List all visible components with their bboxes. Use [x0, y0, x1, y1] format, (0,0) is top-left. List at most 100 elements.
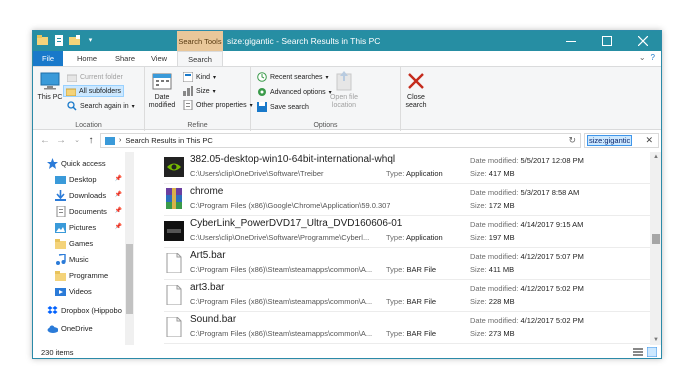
nav-item-label: Quick access	[61, 159, 106, 168]
date-modified-label: Date modified:	[470, 252, 519, 261]
tab-view[interactable]: View	[145, 51, 173, 66]
quick-access-toolbar: ▾	[37, 34, 96, 46]
maximize-button[interactable]	[589, 31, 625, 51]
result-row[interactable]: art3.bar C:\Program Files (x86)\Steam\ste…	[164, 280, 650, 312]
date-modified-button[interactable]: Date modified	[145, 70, 179, 110]
tab-search[interactable]: Search	[177, 51, 223, 66]
nav-item[interactable]: Programme	[33, 268, 125, 283]
search-input[interactable]: size:gigantic ✕	[584, 133, 659, 148]
dropbox-icon	[47, 305, 58, 316]
date-value: 5/3/2017 8:58 AM	[520, 188, 580, 197]
ribbon-help-controls: ⌄ ?	[639, 53, 655, 62]
ribbon-tab-row: File Home Share View Search ⌄ ?	[33, 51, 661, 66]
address-bar[interactable]: › Search Results in This PC ↻	[100, 133, 581, 148]
advanced-options-label: Advanced options	[270, 88, 326, 96]
close-search-button[interactable]: Close search	[403, 70, 429, 110]
this-pc-button[interactable]: This PC	[37, 70, 63, 102]
nav-item[interactable]: Documents 📌	[33, 204, 125, 219]
options-group-label: Options	[313, 122, 338, 129]
nav-item-label: Videos	[69, 287, 92, 296]
other-properties-button[interactable]: Other properties ▾	[181, 99, 255, 111]
result-row[interactable]: chrome C:\Program Files (x86)\Google\Chro…	[164, 184, 650, 216]
result-row[interactable]: Sound.bar C:\Program Files (x86)\Steam\st…	[164, 312, 650, 344]
scroll-down-arrow[interactable]: ▼	[650, 335, 661, 345]
recent-locations-button[interactable]: ⌄	[71, 134, 83, 146]
search-again-in-button[interactable]: Search again in ▾	[65, 100, 137, 112]
result-row[interactable]: Art5.bar C:\Program Files (x86)\Steam\ste…	[164, 248, 650, 280]
chevron-down-icon[interactable]: ▾	[85, 34, 96, 46]
result-row[interactable]: CyberLink_PowerDVD17_Ultra_DVD160606-01 C…	[164, 216, 650, 248]
up-button[interactable]: ↑	[85, 134, 97, 146]
folder-icon[interactable]	[37, 34, 48, 46]
file-icon	[164, 283, 184, 307]
new-folder-icon[interactable]	[69, 34, 80, 46]
date-modified-label: Date modified:	[470, 316, 519, 325]
breadcrumb-separator-icon: ›	[119, 137, 122, 144]
chevron-down-icon: ▾	[212, 88, 216, 95]
search-icon	[67, 101, 77, 111]
tab-share[interactable]: Share	[111, 51, 139, 66]
large-icons-view-icon[interactable]	[647, 347, 657, 357]
nav-item-label: Music	[69, 255, 89, 264]
pictures-icon	[55, 222, 66, 233]
view-switcher	[633, 347, 657, 357]
file-type: Type: BAR File	[386, 297, 436, 306]
nav-item[interactable]: Videos	[33, 284, 125, 299]
nav-item[interactable]: Quick access	[33, 156, 125, 171]
window-controls	[553, 31, 661, 51]
back-button[interactable]: ←	[39, 134, 51, 146]
tab-home[interactable]: Home	[73, 51, 101, 66]
folder-icon	[55, 270, 66, 281]
type-value: BAR File	[406, 265, 437, 274]
location-group-label: Location	[75, 122, 102, 129]
nav-item[interactable]: Downloads 📌	[33, 188, 125, 203]
address-row: ← → ⌄ ↑ › Search Results in This PC ↻ si…	[33, 131, 661, 151]
save-search-button[interactable]: Save search	[255, 101, 311, 113]
size-value: 411 MB	[488, 265, 515, 274]
clear-search-icon[interactable]: ✕	[645, 135, 653, 146]
details-view-icon[interactable]	[633, 347, 643, 357]
nav-item[interactable]: Music	[33, 252, 125, 267]
size-button[interactable]: Size ▾	[181, 85, 218, 97]
result-row[interactable]: 382.05-desktop-win10-64bit-international…	[164, 152, 650, 184]
nav-item-label: OneDrive	[61, 324, 93, 333]
nav-item[interactable]: Games	[33, 236, 125, 251]
scroll-up-arrow[interactable]: ▲	[650, 152, 661, 162]
kind-button[interactable]: Kind ▾	[181, 71, 218, 83]
minimize-button[interactable]	[553, 31, 589, 51]
all-subfolders-button[interactable]: All subfolders	[63, 85, 125, 97]
help-icon[interactable]: ?	[651, 53, 655, 62]
close-window-button[interactable]	[625, 31, 661, 51]
open-file-location-button[interactable]: Open file location	[327, 70, 361, 110]
nav-item[interactable]: Pictures 📌	[33, 220, 125, 235]
search-query[interactable]: size:gigantic	[587, 135, 633, 146]
date-modified-label: Date modified:	[470, 188, 519, 197]
scrollbar-thumb[interactable]	[126, 244, 133, 314]
cloud-icon	[47, 323, 58, 334]
breadcrumb[interactable]: Search Results in This PC	[125, 136, 212, 145]
results-scrollbar[interactable]: ▲ ▼	[650, 152, 661, 345]
file-date: Date modified: 4/12/2017 5:02 PM	[470, 316, 584, 325]
tab-file[interactable]: File	[33, 51, 63, 66]
nav-item[interactable]: Desktop 📌	[33, 172, 125, 187]
arrow-right-icon: →	[56, 134, 66, 146]
navigation-scrollbar[interactable]	[125, 152, 134, 345]
scrollbar-thumb[interactable]	[652, 234, 660, 244]
pin-icon: 📌	[114, 192, 122, 198]
recent-searches-button[interactable]: Recent searches ▾	[255, 71, 331, 83]
file-path: C:\Program Files (x86)\Steam\steamapps\c…	[190, 265, 373, 274]
properties-icon[interactable]	[53, 34, 64, 46]
forward-button[interactable]: →	[55, 134, 67, 146]
advanced-options-button[interactable]: Advanced options ▾	[255, 86, 334, 98]
size-value: 172 MB	[488, 201, 515, 210]
file-size: Size: 411 MB	[470, 265, 514, 274]
nav-item[interactable]: OneDrive	[33, 321, 125, 336]
nav-item[interactable]: Dropbox (Hippobo	[33, 303, 125, 318]
current-folder-button[interactable]: Current folder	[65, 71, 125, 83]
folder-icon	[67, 72, 77, 82]
close-icon	[638, 36, 648, 46]
search-results-icon	[105, 135, 115, 147]
chevron-down-icon[interactable]: ⌄	[639, 53, 646, 62]
refresh-icon[interactable]: ↻	[568, 135, 576, 146]
search-tools-context-tab[interactable]: Search Tools	[177, 31, 223, 51]
